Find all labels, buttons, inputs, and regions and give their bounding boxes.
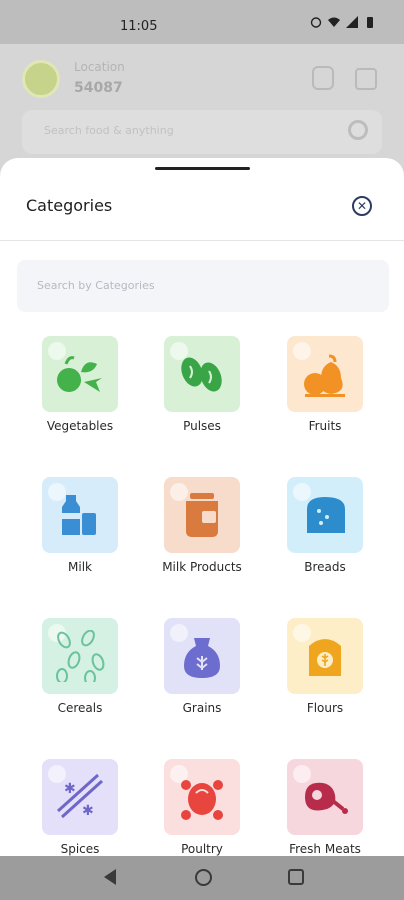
svg-text:✱: ✱ [82, 803, 94, 819]
close-icon[interactable]: ✕ [352, 196, 372, 216]
category-label: Spices [60, 842, 100, 856]
category-label: Poultry [181, 842, 223, 856]
signal-icon [346, 16, 358, 28]
bread-icon [307, 497, 345, 533]
alarm-icon [310, 16, 322, 28]
category-item[interactable]: Cereals [20, 618, 140, 715]
category-tile [287, 477, 363, 553]
category-label: Cereals [57, 701, 103, 715]
cart-icon [355, 68, 377, 90]
status-bar: 11:05 [0, 0, 404, 44]
categories-sheet: Categories ✕ Search by Categories Vegeta… [0, 158, 404, 856]
category-item[interactable]: Pulses [142, 336, 262, 433]
navigation-bar [0, 856, 404, 900]
background-search-bar: Search food & anything [22, 110, 382, 154]
status-icons [310, 16, 376, 28]
milk-icon [62, 495, 96, 535]
category-label: Vegetables [46, 419, 114, 433]
category-tile [42, 618, 118, 694]
category-tile: ✱ ✱ [42, 759, 118, 835]
meat-icon [305, 782, 348, 814]
location-code: 54087 [74, 80, 123, 96]
category-item[interactable]: Fresh Meats [265, 759, 385, 856]
flours-icon [309, 639, 341, 676]
category-item[interactable]: Fruits [265, 336, 385, 433]
divider [0, 240, 404, 241]
sheet-drag-handle[interactable] [155, 167, 250, 170]
status-time: 11:05 [120, 19, 158, 34]
category-label: Flours [306, 701, 344, 715]
category-tile [164, 618, 240, 694]
category-label: Fresh Meats [289, 842, 361, 856]
category-search-placeholder: Search by Categories [37, 279, 155, 292]
back-icon[interactable] [104, 869, 116, 885]
category-label: Breads [304, 560, 346, 574]
category-item[interactable]: Grains [142, 618, 262, 715]
spices-icon: ✱ ✱ [56, 773, 104, 819]
recent-apps-icon[interactable] [288, 869, 304, 885]
svg-text:✱: ✱ [64, 781, 76, 797]
fruits-icon [304, 354, 345, 397]
category-tile [287, 618, 363, 694]
background-search-placeholder: Search food & anything [44, 124, 174, 137]
category-label: Grains [182, 701, 222, 715]
pulses-icon [181, 357, 222, 392]
category-item[interactable]: Milk Products [142, 477, 262, 574]
category-tile [287, 759, 363, 835]
search-icon [348, 120, 368, 140]
grains-icon [184, 638, 220, 678]
location-label: Location [74, 60, 125, 74]
app-logo [22, 60, 60, 98]
category-item[interactable]: Milk [20, 477, 140, 574]
category-tile [164, 759, 240, 835]
sheet-title: Categories [26, 196, 113, 215]
milk-products-icon [186, 493, 218, 537]
category-tile [287, 336, 363, 412]
category-label: Milk [68, 560, 92, 574]
category-label: Pulses [183, 419, 221, 433]
category-search-input[interactable]: Search by Categories [17, 260, 389, 312]
category-tile [164, 336, 240, 412]
category-tile [164, 477, 240, 553]
home-icon[interactable] [195, 869, 212, 886]
category-tile [42, 477, 118, 553]
category-label: Fruits [308, 419, 342, 433]
poultry-icon [181, 780, 223, 820]
cereals-icon [56, 630, 105, 682]
category-item[interactable]: Poultry [142, 759, 262, 856]
wifi-icon [328, 16, 340, 28]
category-item[interactable]: Flours [265, 618, 385, 715]
battery-icon [364, 16, 376, 28]
vegetables-icon [57, 356, 102, 392]
category-label: Milk Products [162, 560, 242, 574]
category-item[interactable]: Breads [265, 477, 385, 574]
category-tile [42, 336, 118, 412]
category-item[interactable]: Vegetables [20, 336, 140, 433]
notification-icon [312, 66, 334, 90]
category-item[interactable]: ✱ ✱ Spices [20, 759, 140, 856]
background-app-header: Location 54087 Search food & anything [0, 44, 404, 174]
